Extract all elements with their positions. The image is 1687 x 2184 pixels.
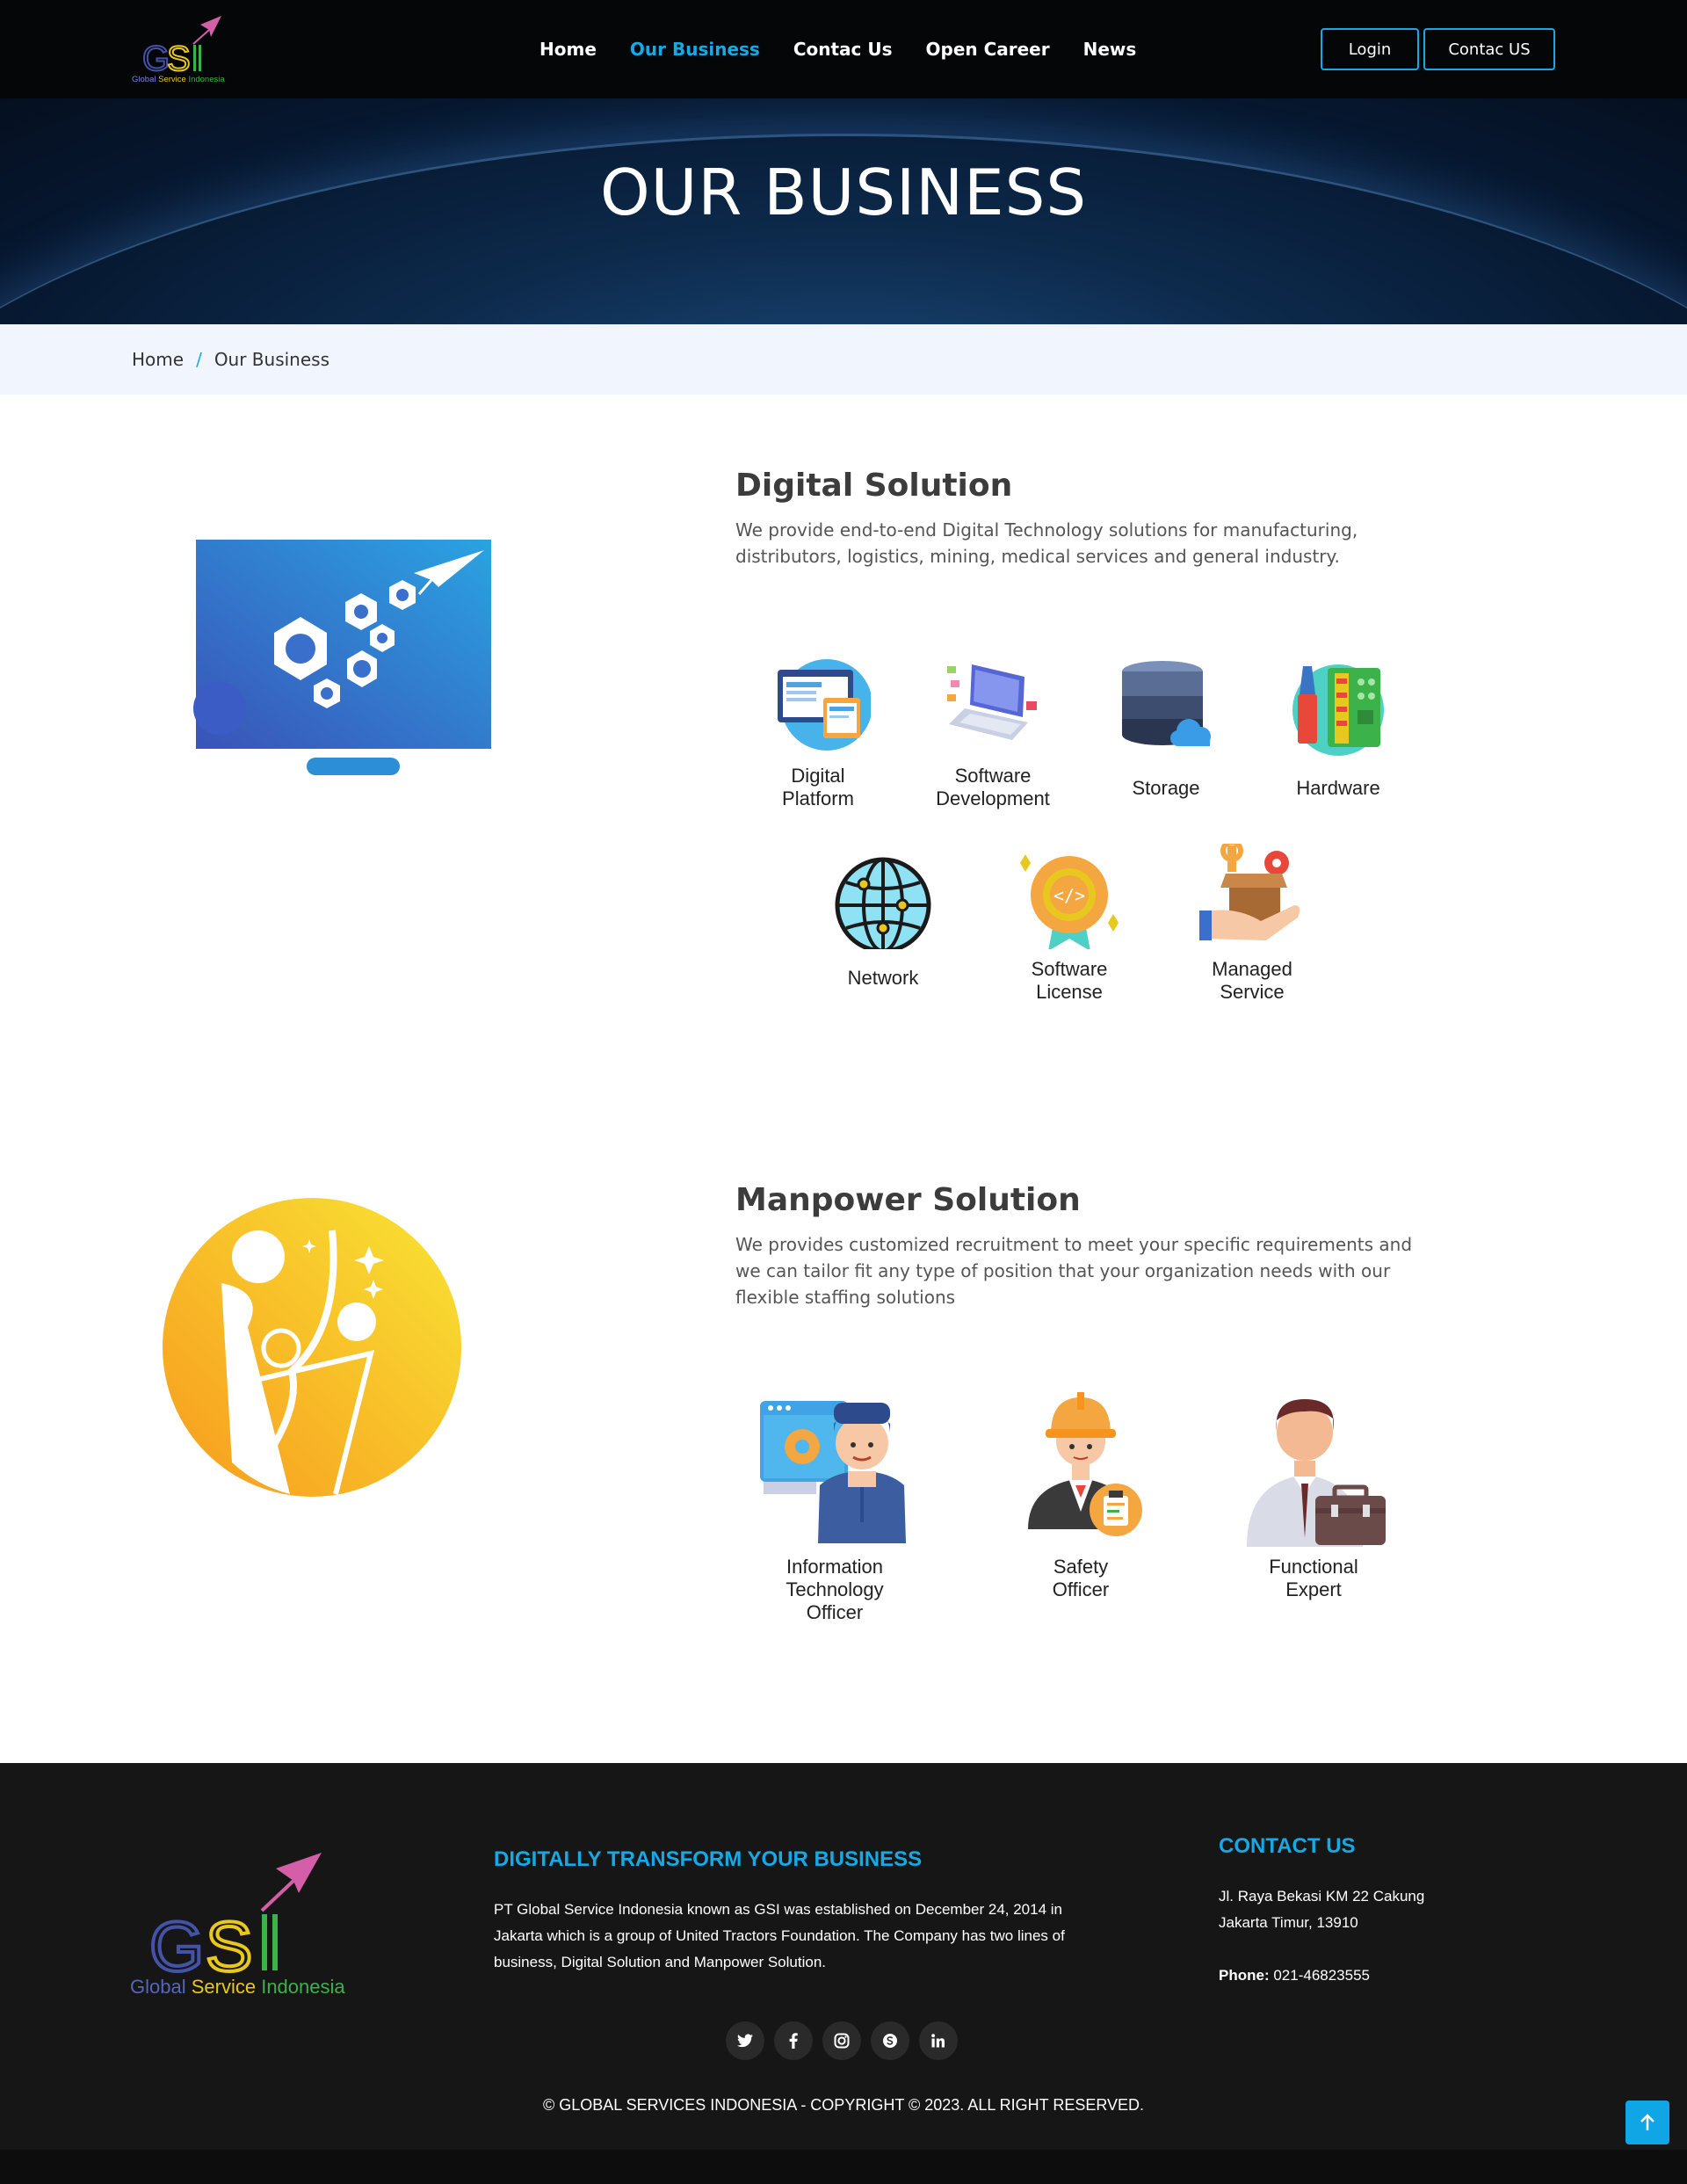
- breadcrumb-current: Our Business: [214, 349, 330, 370]
- web-platform-icon: [778, 659, 872, 751]
- service-hardware[interactable]: Hardware: [1281, 659, 1395, 800]
- service-label: Software Development: [936, 765, 1050, 809]
- gsi-logo[interactable]: G S Global Service Indonesia: [130, 16, 235, 86]
- service-label: Managed Service: [1212, 958, 1292, 1003]
- svg-text:Global Service Indonesia: Global Service Indonesia: [132, 75, 225, 84]
- digital-illustration: [189, 536, 496, 782]
- page-title: OUR BUSINESS: [599, 156, 1088, 229]
- hand-box-icon: [1199, 839, 1300, 940]
- service-label: Digital Platform: [782, 765, 854, 809]
- digital-solution-title: Digital Solution: [735, 468, 1013, 504]
- main-nav: Home Our Business Contac Us Open Career …: [539, 0, 1136, 98]
- business-expert-icon: [1247, 1399, 1386, 1547]
- back-to-top-button[interactable]: [1625, 2101, 1669, 2144]
- footer-bottom-bar: [0, 2150, 1687, 2184]
- service-managed-service[interactable]: Managed Service: [1195, 839, 1309, 1004]
- service-label: Software License: [1031, 958, 1108, 1003]
- role-it-officer[interactable]: Information Technology Officer: [751, 1380, 918, 1624]
- manpower-solution-title: Manpower Solution: [735, 1182, 1081, 1218]
- role-label: Functional Expert: [1269, 1556, 1358, 1600]
- copyright-text: © GLOBAL SERVICES INDONESIA - COPYRIGHT …: [542, 2096, 1145, 2114]
- footer-logo-subtitle: Global Service Indonesia: [130, 1976, 345, 1998]
- service-storage[interactable]: Storage: [1109, 659, 1223, 800]
- nav-open-career[interactable]: Open Career: [926, 39, 1050, 60]
- svg-text:S: S: [167, 40, 191, 78]
- breadcrumb-separator: /: [196, 349, 202, 370]
- login-button[interactable]: Login: [1321, 28, 1419, 70]
- digital-solution-description: We provide end-to-end Digital Technology…: [735, 519, 1358, 567]
- footer-address-line-1: Jl. Raya Bekasi KM 22 Cakung: [1219, 1888, 1425, 1905]
- badge-code-icon: </>: [1020, 854, 1119, 951]
- service-network[interactable]: Network: [826, 853, 940, 990]
- role-label: Safety Officer: [1052, 1556, 1110, 1600]
- instagram-icon[interactable]: [822, 2021, 861, 2060]
- arrow-up-icon: [1640, 2114, 1654, 2130]
- svg-text:G: G: [142, 40, 170, 78]
- breadcrumb: Home / Our Business: [0, 324, 1687, 395]
- nav-our-business[interactable]: Our Business: [630, 39, 760, 60]
- role-functional-expert[interactable]: Functional Expert: [1234, 1380, 1393, 1601]
- svg-text:</>: </>: [1053, 885, 1085, 906]
- service-label: Hardware: [1296, 777, 1380, 799]
- top-navbar: G S Global Service Indonesia Home Our Bu…: [0, 0, 1687, 98]
- manpower-solution-description: We provides customized recruitment to me…: [735, 1234, 1413, 1308]
- svg-text:S: S: [206, 1907, 252, 1985]
- role-safety-officer[interactable]: Safety Officer: [1010, 1380, 1151, 1601]
- twitter-icon[interactable]: [726, 2021, 764, 2060]
- footer-about-title: DIGITALLY TRANSFORM YOUR BUSINESS: [494, 1847, 923, 1871]
- nav-news[interactable]: News: [1083, 39, 1137, 60]
- facebook-icon[interactable]: [774, 2021, 813, 2060]
- contact-us-button[interactable]: Contac US: [1423, 28, 1555, 70]
- svg-text:G: G: [149, 1907, 204, 1985]
- nav-home[interactable]: Home: [539, 39, 597, 60]
- service-software-development[interactable]: Software Development: [931, 659, 1054, 810]
- it-officer-icon: [760, 1401, 906, 1543]
- footer-contact-title: CONTACT US: [1219, 1834, 1356, 1858]
- footer-address-line-2: Jakarta Timur, 13910: [1219, 1914, 1358, 1931]
- footer-phone: Phone: 021-46823555: [1219, 1967, 1371, 1984]
- database-cloud-icon: [1122, 661, 1211, 746]
- hero-banner: OUR BUSINESS: [0, 98, 1687, 324]
- service-label: Network: [847, 967, 919, 989]
- skype-icon[interactable]: [871, 2021, 909, 2060]
- globe-network-icon: [835, 857, 931, 954]
- service-label: Storage: [1132, 777, 1200, 799]
- laptop-code-icon: [947, 664, 1037, 740]
- circuit-board-icon: [1292, 664, 1384, 756]
- service-software-license[interactable]: </> Software License: [1012, 853, 1126, 1004]
- footer-logo[interactable]: G S Global Service Indonesia: [130, 1853, 358, 2002]
- footer-about-text: PT Global Service Indonesia known as GSI…: [494, 1901, 1065, 1970]
- linkedin-icon[interactable]: [919, 2021, 958, 2060]
- breadcrumb-home[interactable]: Home: [132, 349, 184, 370]
- role-label: Information Technology Officer: [786, 1556, 884, 1623]
- social-links: [726, 2021, 958, 2060]
- safety-officer-icon: [1028, 1392, 1142, 1536]
- service-digital-platform[interactable]: Digital Platform: [761, 659, 875, 810]
- manpower-illustration: [160, 1195, 464, 1499]
- nav-contact-us[interactable]: Contac Us: [793, 39, 893, 60]
